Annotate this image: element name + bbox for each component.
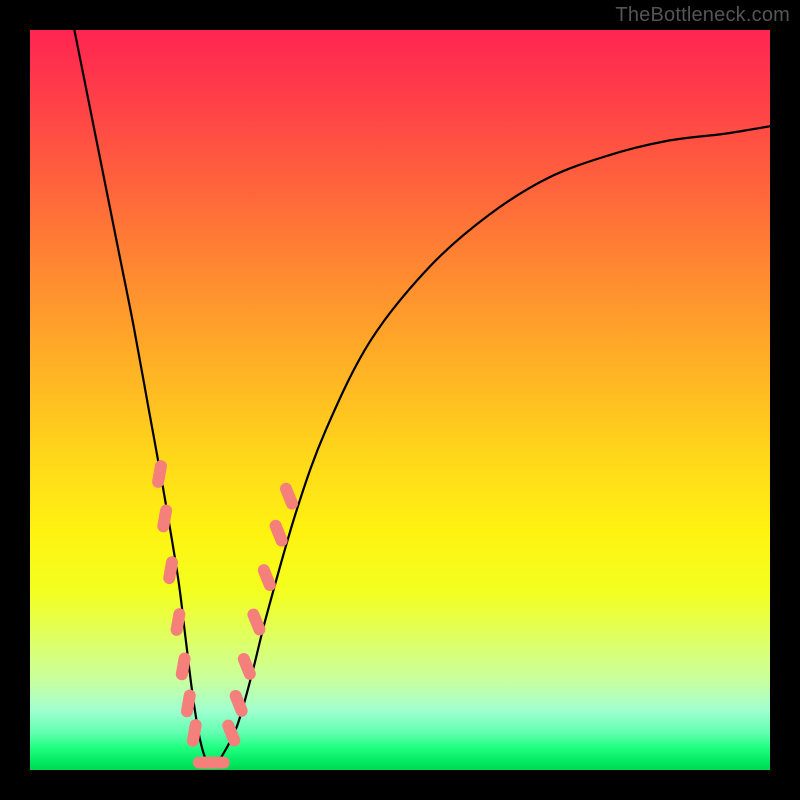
bottleneck-curve — [74, 30, 770, 765]
curve-marker — [268, 518, 290, 548]
curve-marker — [278, 481, 300, 511]
chart-svg — [30, 30, 770, 770]
marker-group — [151, 459, 300, 768]
curve-marker — [162, 555, 179, 585]
watermark-text: TheBottleneck.com — [615, 4, 790, 27]
curve-marker — [256, 562, 278, 592]
plot-area — [30, 30, 770, 770]
curve-marker — [208, 757, 230, 769]
curve-marker — [180, 689, 197, 719]
chart-frame: TheBottleneck.com — [0, 0, 800, 800]
curve-marker — [151, 459, 168, 489]
curve-marker — [175, 652, 192, 682]
